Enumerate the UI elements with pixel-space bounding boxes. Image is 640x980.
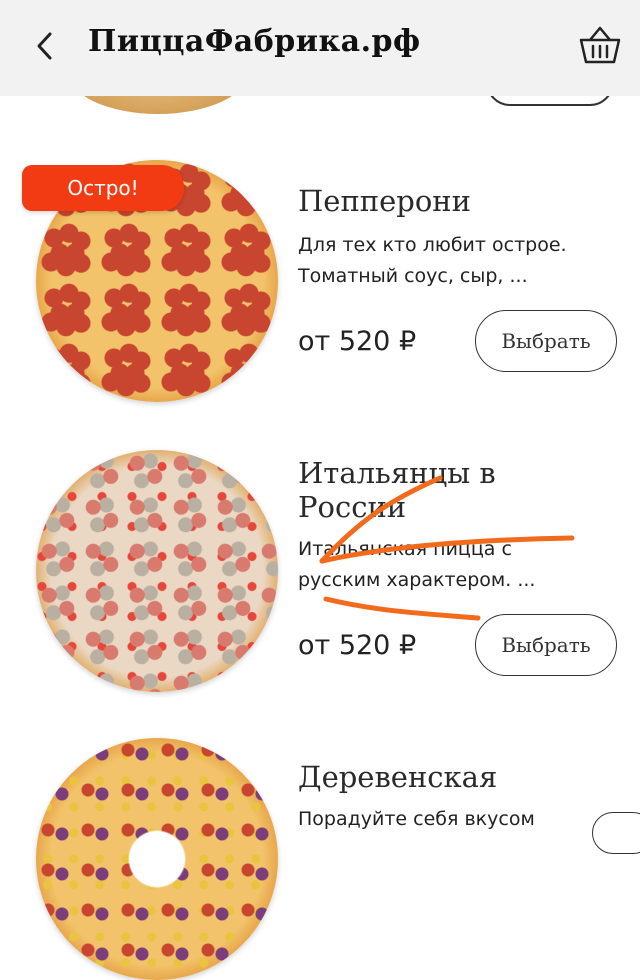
back-button[interactable] <box>28 28 64 64</box>
product-description-line1: Итальянская пицца с <box>298 538 512 560</box>
basket-icon <box>579 26 621 64</box>
cart-button[interactable] <box>576 22 624 70</box>
product-price: от 520 ₽ <box>298 630 417 661</box>
product-name[interactable]: Пепперони <box>298 180 618 222</box>
product-description-line2: Томатный соус, сыр, ... <box>298 265 528 287</box>
product-image[interactable] <box>36 450 278 692</box>
product-image[interactable] <box>36 738 278 980</box>
annotation-strokes <box>319 475 575 621</box>
product-name[interactable]: Деревенская <box>298 756 618 798</box>
select-button[interactable]: Выбрать <box>475 310 617 372</box>
select-button[interactable]: Выбрать <box>475 614 617 676</box>
product-price: от 520 ₽ <box>298 326 417 357</box>
app-title: ПиццаФабрика.рф <box>88 24 421 59</box>
select-button-next[interactable] <box>592 812 640 854</box>
product-description-line1: Для тех кто любит острое. <box>298 234 567 256</box>
product-description-line1: Порадуйте себя вкусом <box>298 808 535 830</box>
product-description-line2: русским характером. ... <box>298 569 536 591</box>
spicy-badge: Остро! <box>22 165 184 211</box>
app-header: ПиццаФабрика.рф <box>0 0 640 96</box>
chevron-left-icon <box>37 32 52 60</box>
product-name-line2[interactable]: России <box>298 486 618 528</box>
